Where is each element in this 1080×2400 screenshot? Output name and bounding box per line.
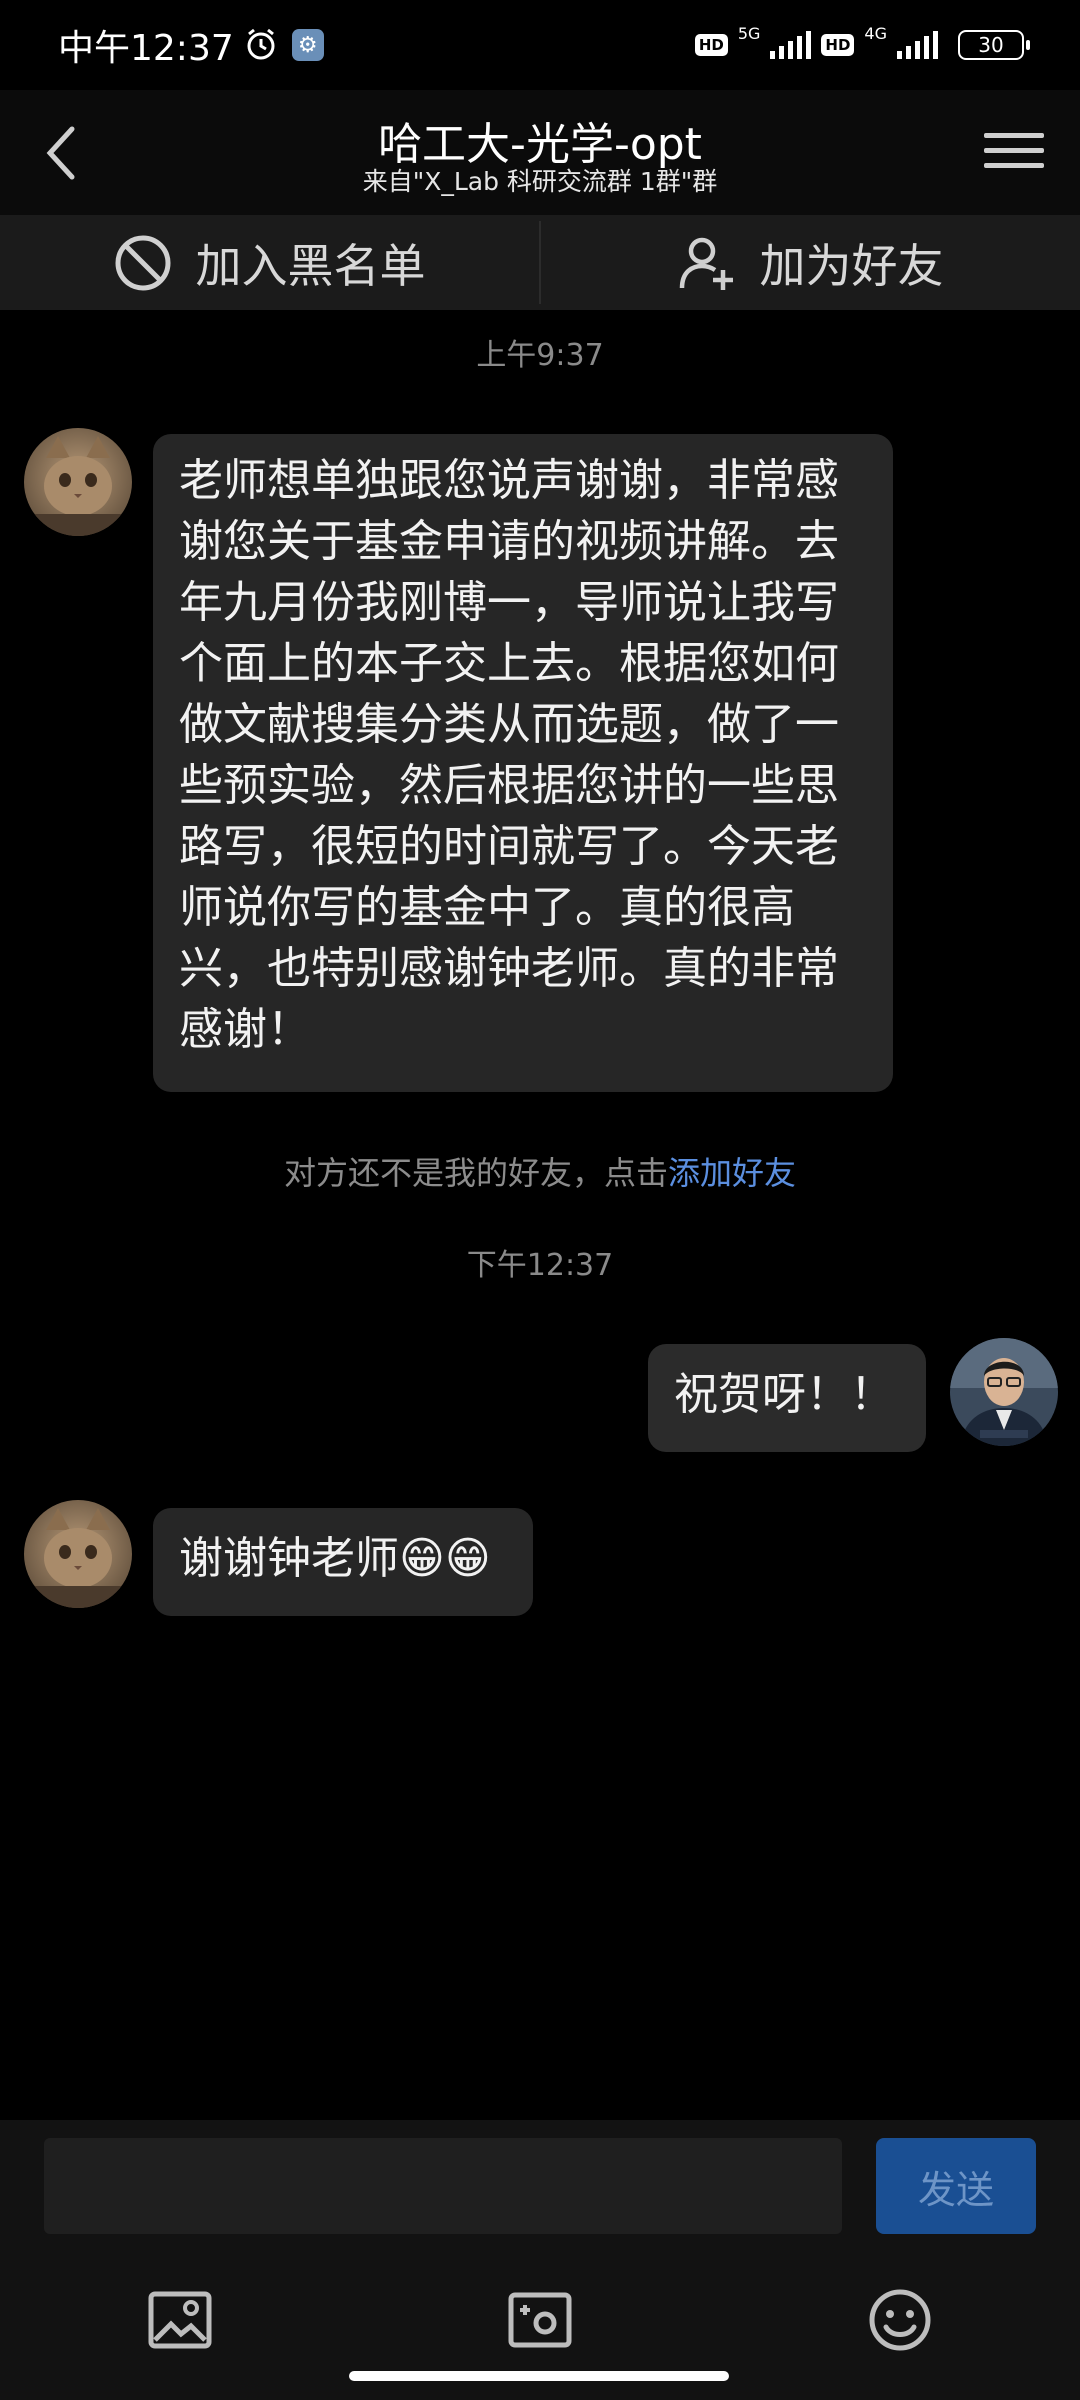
emoji-icon: [869, 2289, 931, 2351]
block-icon: [115, 235, 170, 290]
camera-icon: [508, 2292, 572, 2348]
send-button[interactable]: 发送: [876, 2138, 1036, 2234]
battery-level: 30: [978, 33, 1004, 57]
settings-notification-icon: ⚙: [291, 29, 324, 61]
chat-screen: 中午12:37 ⚙ HD 5G HD 4G 30 哈工大-光学-opt 来自"X…: [0, 0, 1080, 2400]
image-button[interactable]: [140, 2280, 220, 2360]
status-bar: 中午12:37 ⚙ HD 5G HD 4G 30: [0, 0, 1080, 90]
notice-text: 对方还不是我的好友，点击: [283, 1154, 668, 1192]
chat-header: 哈工大-光学-opt 来自"X_Lab 科研交流群 1群"群: [0, 90, 1080, 215]
message-input[interactable]: [44, 2138, 842, 2234]
network-type: 5G: [737, 24, 761, 43]
avatar[interactable]: [24, 428, 132, 536]
alarm-icon: [247, 28, 275, 60]
incoming-message[interactable]: 谢谢钟老师😁😁: [153, 1508, 533, 1616]
chat-subtitle: 来自"X_Lab 科研交流群 1群"群: [362, 167, 718, 196]
home-indicator[interactable]: [349, 2371, 729, 2381]
stranger-action-bar: 加入黑名单 加为好友: [0, 215, 1080, 310]
camera-button[interactable]: [500, 2280, 580, 2360]
hd-badge: HD: [821, 34, 855, 56]
hd-badge: HD: [694, 34, 728, 56]
status-time: 中午12:37: [58, 28, 234, 69]
blacklist-button[interactable]: 加入黑名单: [0, 215, 539, 310]
add-user-icon: [679, 237, 733, 290]
message-text: 老师想单独跟您说声谢谢，非常感谢您关于基金申请的视频讲解。去年九月份我刚博一，导…: [179, 455, 839, 1055]
network-type: 4G: [864, 24, 887, 43]
person-avatar-icon: [950, 1338, 1058, 1446]
message-text: 祝贺呀！！: [674, 1369, 894, 1420]
cat-avatar-icon: [24, 428, 132, 536]
not-friend-notice: 对方还不是我的好友，点击添加好友: [0, 1148, 1080, 1194]
add-friend-link[interactable]: 添加好友: [668, 1154, 796, 1192]
emoji-button[interactable]: [860, 2280, 940, 2360]
outgoing-message[interactable]: 祝贺呀！！: [648, 1344, 926, 1452]
input-bar: 发送: [0, 2120, 1080, 2250]
battery-icon: 30: [958, 30, 1030, 60]
signal-icon: [897, 31, 938, 59]
add-friend-button[interactable]: 加为好友: [541, 215, 1080, 310]
status-indicators: HD 5G HD 4G 30: [694, 24, 1030, 60]
timestamp: 上午9:37: [476, 338, 604, 373]
image-icon: [148, 2291, 212, 2349]
my-avatar[interactable]: [950, 1338, 1058, 1446]
add-friend-label: 加为好友: [759, 238, 944, 293]
cat-avatar-icon: [24, 1500, 132, 1608]
message-text: 谢谢钟老师😁😁: [179, 1533, 491, 1584]
avatar[interactable]: [24, 1500, 132, 1608]
timestamp: 下午12:37: [466, 1248, 614, 1283]
incoming-message[interactable]: 老师想单独跟您说声谢谢，非常感谢您关于基金申请的视频讲解。去年九月份我刚博一，导…: [153, 434, 893, 1092]
blacklist-label: 加入黑名单: [195, 238, 426, 293]
signal-icon: [770, 31, 812, 59]
menu-button[interactable]: [984, 120, 1044, 180]
